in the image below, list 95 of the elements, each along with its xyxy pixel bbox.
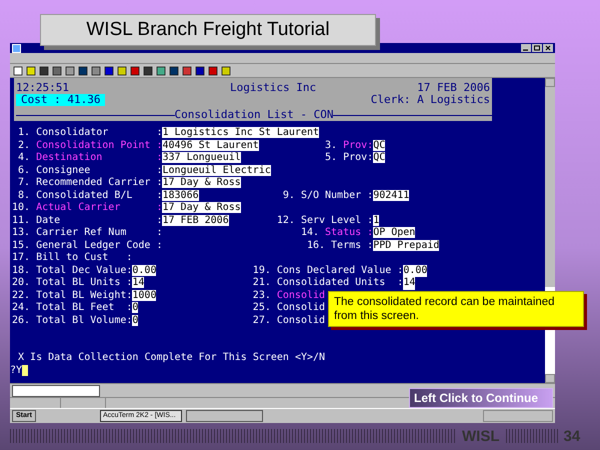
field-number: 23. — [252, 290, 271, 302]
field-label: Consolidator : — [36, 127, 162, 140]
field-number: 15. — [12, 240, 30, 252]
field-number: 24. — [12, 302, 30, 314]
field-number: 27. — [252, 314, 271, 327]
field-value[interactable]: QC — [373, 140, 386, 150]
field-number: 20. — [12, 277, 30, 290]
field-label: Total BL Feet : — [36, 302, 132, 314]
field-value[interactable]: 14 — [132, 277, 144, 288]
field-label: Prov: — [343, 140, 374, 152]
field-value[interactable]: QC — [373, 152, 386, 163]
field-number: 2. — [17, 140, 30, 152]
field-label: Prov: — [343, 152, 374, 164]
field-value[interactable]: 0.00 — [132, 264, 156, 276]
field-label: Consolid — [276, 290, 326, 302]
footer-label: WISL — [462, 428, 500, 444]
field-label: Total Dec Value: — [36, 264, 132, 277]
field-label: Cons Declared Value : — [276, 264, 404, 277]
field-value[interactable]: 1 Logistics Inc St Laurent — [162, 127, 320, 138]
cost-label: Cost : 41.36 — [16, 94, 106, 106]
field-value[interactable]: 17 Day & Ross — [162, 177, 241, 188]
field-number: 8. — [17, 190, 30, 202]
field-number: 12. — [276, 214, 295, 227]
field-value[interactable]: OP Open — [373, 227, 416, 238]
company-name: Logistics Inc — [230, 82, 316, 94]
field-label: Consolid — [276, 302, 326, 314]
field-value[interactable]: 0.00 — [403, 264, 428, 277]
field-label: S/O Number : — [300, 190, 374, 202]
field-number: 9. — [282, 190, 295, 202]
field-label: Total BL Units : — [36, 277, 132, 290]
input-text[interactable]: ?Y — [10, 364, 22, 377]
callout-note: The consolidated record can be maintained from this screen. — [328, 291, 584, 327]
field-value[interactable]: 337 Longueuil — [162, 152, 241, 163]
close-button[interactable] — [543, 44, 553, 52]
field-label: Actual Carrier : — [36, 202, 162, 214]
field-label: Consolid — [276, 314, 326, 327]
system-tray — [483, 410, 553, 422]
field-value[interactable]: 14 — [403, 277, 416, 290]
clerk-name: Clerk: A Logistics — [370, 94, 490, 106]
page-number: 34 — [564, 428, 580, 444]
field-number: 6. — [17, 164, 30, 177]
field-label: Consolidation Point : — [36, 140, 162, 152]
field-number: 10. — [12, 202, 30, 214]
field-label: Consolidated Units : — [276, 277, 404, 290]
field-number: 4. — [17, 152, 30, 164]
app-icon — [12, 44, 21, 52]
field-number: 21. — [252, 277, 271, 290]
field-number: 3. — [325, 140, 338, 152]
field-label: Status : — [325, 227, 374, 240]
field-number: 25. — [252, 302, 271, 314]
field-label: Terms : — [331, 240, 374, 252]
text-cursor — [22, 365, 28, 376]
field-value[interactable]: 0 — [132, 314, 138, 326]
field-number: 5. — [325, 152, 338, 164]
field-label: Total Bl Volume: — [36, 314, 132, 327]
command-field[interactable] — [12, 384, 100, 396]
field-number: 13. — [12, 227, 30, 240]
field-value[interactable]: Longueuil Electric — [162, 164, 271, 176]
field-number: 7. — [17, 177, 30, 190]
field-label: Consolidated B/L : — [36, 190, 162, 202]
field-value[interactable]: 40496 St Laurent — [162, 140, 259, 150]
field-number: 17. — [12, 252, 30, 264]
field-value[interactable]: 17 FEB 2006 — [162, 214, 229, 226]
clock-time: 12:25:51 — [16, 82, 69, 94]
taskbar-button[interactable] — [186, 410, 263, 422]
field-value[interactable]: 902411 — [373, 190, 410, 200]
field-value[interactable]: PPD Prepaid — [373, 240, 440, 250]
continue-button[interactable]: Left Click to Continue — [409, 388, 553, 408]
field-label: Date : — [36, 214, 162, 227]
field-label: Consignee : — [36, 164, 162, 177]
field-value[interactable]: 17 Day & Ross — [162, 202, 241, 213]
field-value[interactable]: 0 — [132, 302, 138, 313]
field-value[interactable]: 1000 — [132, 290, 156, 300]
field-label: Bill to Cust : — [36, 252, 134, 264]
field-number: 1. — [17, 127, 30, 140]
minimize-button[interactable] — [521, 44, 531, 52]
restore-button[interactable] — [532, 44, 542, 52]
field-label: Serv Level : — [300, 214, 374, 227]
field-number: 26. — [12, 314, 30, 327]
field-number: 19. — [252, 264, 271, 277]
screen-title: Consolidation List - CON — [174, 109, 334, 121]
field-label: General Ledger Code : — [36, 240, 162, 252]
field-number: 11. — [12, 214, 30, 227]
field-value[interactable]: 183066 — [162, 190, 199, 200]
screen-date: 17 FEB 2006 — [417, 82, 490, 94]
field-label: Destination : — [36, 152, 162, 164]
field-label: Total BL Weight: — [36, 290, 132, 302]
field-label: Carrier Ref Num : — [36, 227, 162, 240]
field-number: 14. — [300, 227, 319, 240]
field-label: Recommended Carrier : — [36, 177, 162, 190]
field-number: 16. — [306, 240, 326, 252]
field-value[interactable]: 1 — [373, 214, 380, 226]
prompt-text: X Is Data Collection Complete For This Screen <Y>/N — [17, 352, 326, 364]
field-number: 22. — [12, 290, 30, 302]
field-number: 18. — [12, 264, 30, 277]
